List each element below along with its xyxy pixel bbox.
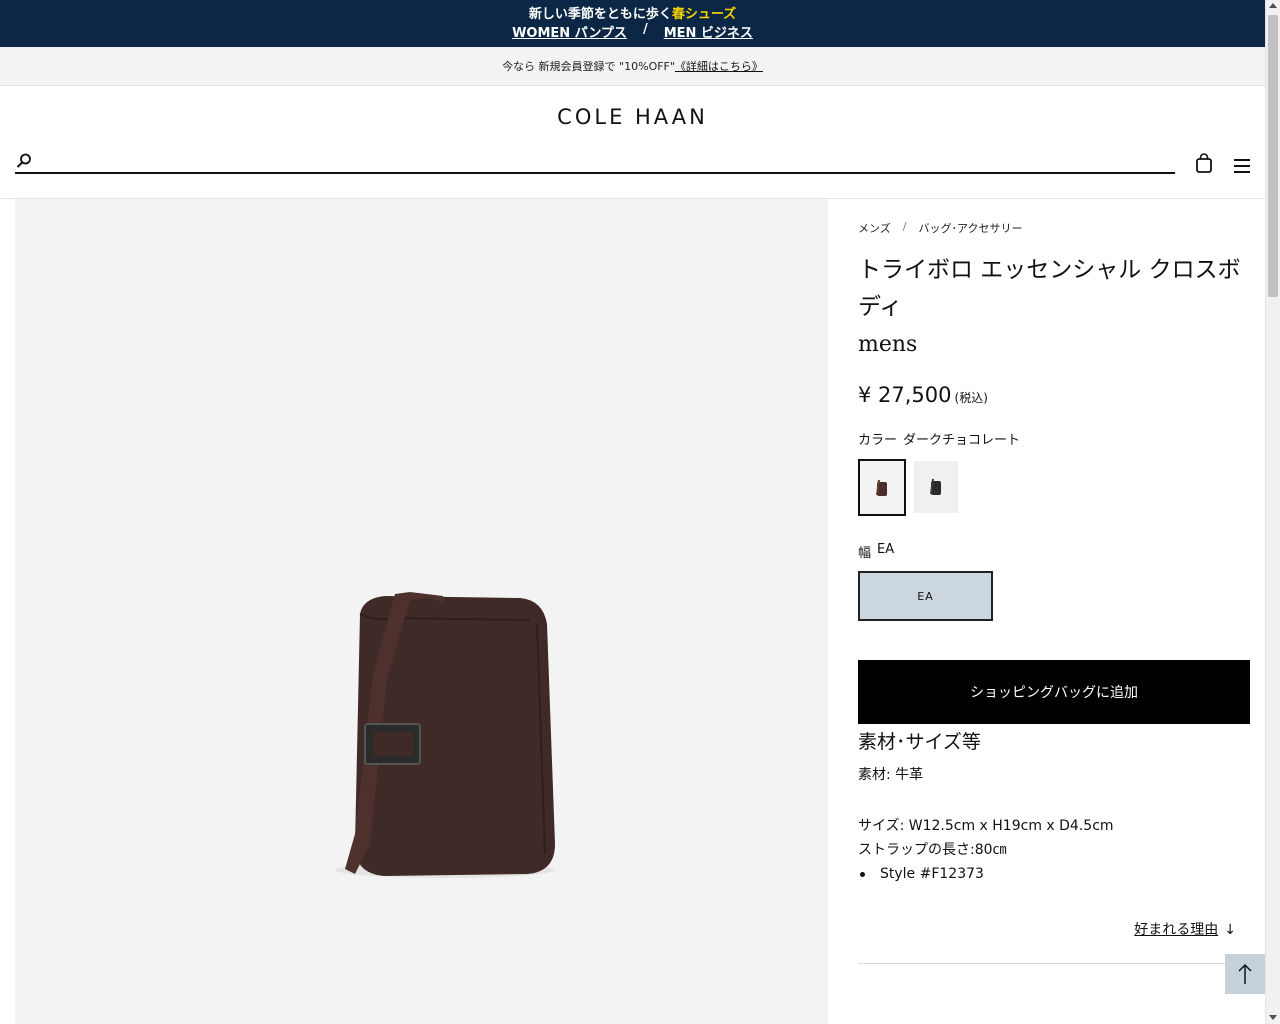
spec-size-block: サイズ: W12.5cm x H19cm x D4.5cm ストラップの長さ:8… xyxy=(858,814,1250,862)
bullet-icon xyxy=(860,871,865,877)
arrow-up-icon xyxy=(1238,963,1252,984)
brand-logo[interactable]: COLE HAAN xyxy=(0,105,1265,129)
spec-heading: 素材･サイズ等 xyxy=(858,731,981,753)
color-label: カラー xyxy=(858,433,898,448)
search-icon[interactable] xyxy=(15,152,33,170)
men-business-link[interactable]: MEN ビジネス xyxy=(664,22,753,41)
page-scrollbar[interactable] xyxy=(1265,0,1280,1024)
width-option-ea[interactable]: EA xyxy=(858,571,993,621)
swatch-bag-thumbnail xyxy=(876,479,887,496)
promo-headline: 新しい季節をともに歩く春シューズ xyxy=(0,0,1265,22)
color-value: ダークチョコレート xyxy=(903,433,1021,448)
hamburger-menu-icon[interactable] xyxy=(1233,158,1251,174)
product-title: トライボロ エッセンシャル クロスボディ mens xyxy=(858,252,1250,363)
announcement-details-link[interactable]: 《詳細はこちら》 xyxy=(675,58,763,74)
color-swatches xyxy=(858,459,1250,516)
search-bar[interactable] xyxy=(15,150,1175,174)
promo-links: WOMEN パンプス / MEN ビジネス xyxy=(0,22,1265,41)
product-image-gallery[interactable] xyxy=(15,199,828,1024)
page: 新しい季節をともに歩く春シューズ WOMEN パンプス / MEN ビジネス 今… xyxy=(0,0,1265,1024)
site-header: COLE HAAN xyxy=(0,86,1265,199)
breadcrumb-separator: / xyxy=(902,220,907,233)
scrollbar-thumb[interactable] xyxy=(1268,15,1278,297)
back-to-top-button[interactable] xyxy=(1225,954,1265,994)
price-row: ¥ 27,500 (税込) xyxy=(858,383,1250,407)
promo-highlight: 春シューズ xyxy=(671,7,737,22)
color-swatch-black[interactable] xyxy=(914,461,958,513)
promo-headline-text: 新しい季節をともに歩く xyxy=(528,7,672,22)
women-pumps-link[interactable]: WOMEN パンプス xyxy=(512,22,627,41)
promo-separator: / xyxy=(642,22,648,37)
product-title-text: トライボロ エッセンシャル クロスボディ xyxy=(858,257,1241,320)
promo-banner: 新しい季節をともに歩く春シューズ WOMEN パンプス / MEN ビジネス xyxy=(0,0,1265,47)
product-info-panel: メンズ / バッグ･アクセサリー トライボロ エッセンシャル クロスボディ me… xyxy=(858,199,1250,964)
color-label-row: カラー ダークチョコレート xyxy=(858,429,1250,448)
width-value: EA xyxy=(877,542,895,557)
product-price: ¥ 27,500 xyxy=(858,383,952,407)
swatch-bag-thumbnail xyxy=(930,478,941,495)
scroll-up-icon[interactable] xyxy=(1269,3,1277,8)
section-divider xyxy=(858,963,1250,964)
tax-note: (税込) xyxy=(954,391,988,405)
spec-style-item: Style #F12373 xyxy=(858,866,1250,882)
search-input[interactable] xyxy=(39,150,1175,172)
breadcrumb-bags-accessories[interactable]: バッグ･アクセサリー xyxy=(919,220,1023,236)
arrow-down-icon: ↓ xyxy=(1224,922,1236,938)
product-main: メンズ / バッグ･アクセサリー トライボロ エッセンシャル クロスボディ me… xyxy=(0,199,1265,1024)
why-loved-link[interactable]: 好まれる理由 ↓ xyxy=(858,919,1250,939)
spec-size: サイズ: W12.5cm x H19cm x D4.5cm xyxy=(858,818,1114,834)
shopping-bag-icon[interactable] xyxy=(1195,153,1213,173)
width-label-row: 幅 EA xyxy=(858,542,1250,561)
product-image xyxy=(335,592,555,878)
spec-strap-length: ストラップの長さ:80㎝ xyxy=(858,842,1007,858)
width-label: 幅 xyxy=(858,546,872,561)
breadcrumb-mens[interactable]: メンズ xyxy=(858,220,891,236)
add-to-bag-button[interactable]: ショッピングバッグに追加 xyxy=(858,660,1250,724)
spec-style: Style #F12373 xyxy=(880,866,984,882)
announcement-text: 今なら 新規会員登録で "10%OFF" xyxy=(502,60,675,73)
product-subtitle: mens xyxy=(858,332,918,357)
why-loved-text[interactable]: 好まれる理由 xyxy=(1134,922,1218,938)
spec-material: 素材: 牛革 xyxy=(858,767,924,783)
announcement-bar: 今なら 新規会員登録で "10%OFF" 《詳細はこちら》 xyxy=(0,47,1265,86)
scroll-down-icon[interactable] xyxy=(1269,1015,1277,1020)
breadcrumb: メンズ / バッグ･アクセサリー xyxy=(858,220,1250,236)
color-swatch-dark-chocolate[interactable] xyxy=(858,459,906,516)
